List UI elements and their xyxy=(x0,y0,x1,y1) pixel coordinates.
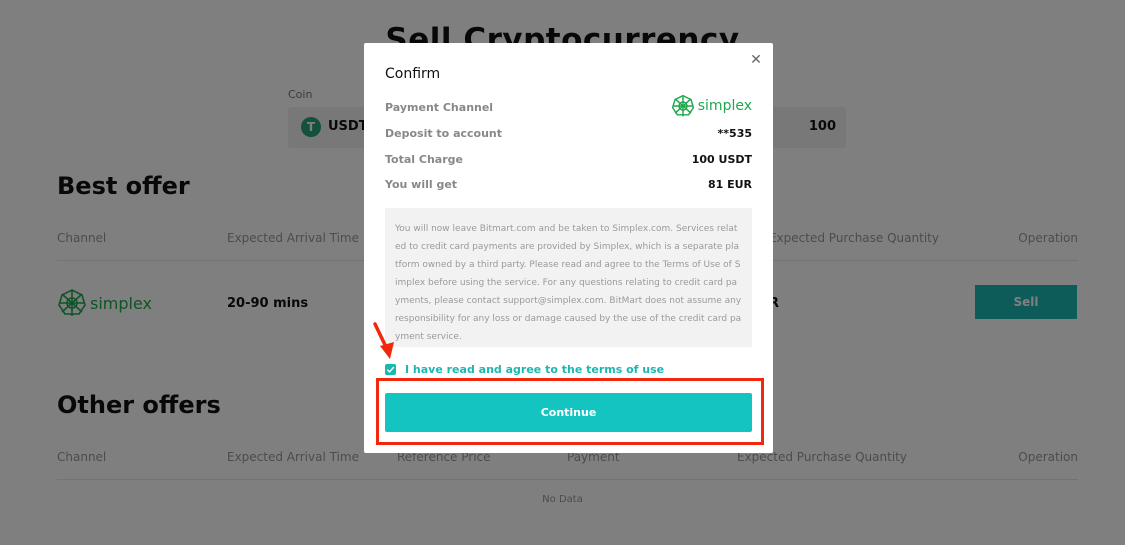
simplex-wordmark: simplex xyxy=(697,98,752,114)
you-will-get-row: You will get 81 EUR xyxy=(385,178,752,194)
deposit-account-row: Deposit to account **535 xyxy=(385,127,752,143)
payment-channel-label: Payment Channel xyxy=(385,101,494,114)
modal-title: Confirm xyxy=(385,66,441,82)
total-charge-row: Total Charge 100 USDT xyxy=(385,153,752,169)
total-charge-value: 100 USDT xyxy=(691,153,752,166)
deposit-account-value: **535 xyxy=(717,127,752,140)
disclaimer-notice: You will now leave Bitmart.com and be ta… xyxy=(385,208,752,347)
simplex-logo: simplex xyxy=(671,94,752,118)
simplex-mark-icon xyxy=(671,94,694,117)
close-icon[interactable]: ✕ xyxy=(749,53,763,67)
annotation-highlight-box xyxy=(376,378,764,445)
you-will-get-label: You will get xyxy=(385,178,458,191)
you-will-get-value: 81 EUR xyxy=(707,178,752,191)
total-charge-label: Total Charge xyxy=(385,153,463,166)
agree-terms-row[interactable]: I have read and agree to the terms of us… xyxy=(385,361,664,377)
checkmark-icon xyxy=(386,366,395,373)
annotation-arrow-icon xyxy=(373,322,394,359)
agree-checkbox[interactable] xyxy=(385,363,396,375)
deposit-account-label: Deposit to account xyxy=(385,127,503,140)
agree-terms-label[interactable]: I have read and agree to the terms of us… xyxy=(405,363,664,376)
